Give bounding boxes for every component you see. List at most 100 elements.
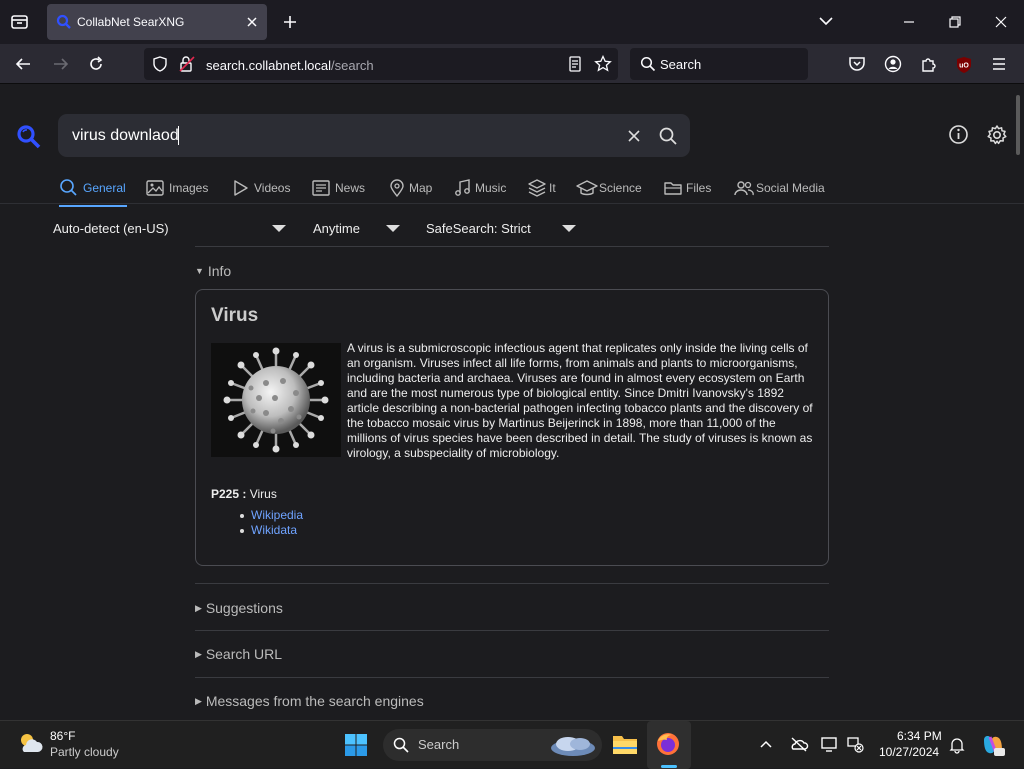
tab-general[interactable]: General xyxy=(59,178,129,207)
clock-time[interactable]: 6:34 PM xyxy=(897,729,942,743)
tab-it[interactable]: It xyxy=(527,178,561,202)
header-divider xyxy=(0,203,1024,204)
minimize-icon[interactable] xyxy=(902,15,916,29)
tab-files[interactable]: Files xyxy=(663,178,717,202)
infobox-property: P225 : Virus xyxy=(211,487,277,501)
firefox-icon xyxy=(655,731,681,757)
search-url-summary-toggle[interactable]: ▶ Search URL xyxy=(195,646,282,662)
url-text: search.collabnet.local/search xyxy=(206,58,374,73)
reload-icon[interactable] xyxy=(88,56,104,72)
file-explorer-icon[interactable] xyxy=(611,731,639,757)
suggestions-label: Suggestions xyxy=(205,600,283,616)
tab-map[interactable]: Map xyxy=(387,178,437,202)
tab-general-label: General xyxy=(83,181,126,195)
forward-icon[interactable] xyxy=(52,56,70,72)
layers-icon xyxy=(528,179,546,197)
copilot-icon[interactable] xyxy=(980,732,1006,758)
tab-news-label: News xyxy=(335,181,366,195)
pocket-icon[interactable] xyxy=(848,55,866,73)
firefox-taskbar-button[interactable] xyxy=(647,721,691,769)
new-tab-icon[interactable] xyxy=(282,14,298,30)
shield-icon[interactable] xyxy=(152,56,168,72)
url-path: /search xyxy=(331,58,374,73)
language-select[interactable]: Auto-detect (en-US) xyxy=(52,213,292,245)
close-tab-icon[interactable] xyxy=(245,15,259,29)
messages-summary-toggle[interactable]: ▶ Messages from the search engines xyxy=(195,693,424,709)
insecure-lock-icon[interactable] xyxy=(178,55,196,73)
close-window-icon[interactable] xyxy=(994,15,1008,29)
browser-search-box[interactable]: Search xyxy=(630,48,808,80)
extensions-icon[interactable] xyxy=(920,55,938,73)
clear-search-icon[interactable] xyxy=(626,128,642,144)
back-icon[interactable] xyxy=(14,56,32,72)
restore-icon[interactable] xyxy=(948,15,962,29)
search-filters: Auto-detect (en-US) Anytime SafeSearch: … xyxy=(0,213,1024,245)
searxng-logo-icon[interactable] xyxy=(15,124,43,150)
tab-music[interactable]: Music xyxy=(453,178,513,202)
search-highlight-icon xyxy=(548,732,598,758)
reader-view-icon[interactable] xyxy=(567,56,583,72)
preferences-gear-icon[interactable] xyxy=(986,124,1008,146)
list-all-tabs-icon[interactable] xyxy=(818,15,834,27)
notification-bell-icon[interactable] xyxy=(948,736,966,754)
chevron-down-icon xyxy=(272,225,286,232)
page-content: virus downlaod General Images Videos New… xyxy=(0,85,1024,720)
newspaper-icon xyxy=(312,180,330,196)
searxng-favicon-icon xyxy=(56,14,72,30)
navigation-toolbar: search.collabnet.local/search Search uO xyxy=(0,44,1024,84)
taskbar-search-label: Search xyxy=(418,737,460,752)
tab-social-media[interactable]: Social Media xyxy=(733,178,829,202)
search-input[interactable]: virus downlaod xyxy=(58,114,690,157)
windows-start-icon[interactable] xyxy=(344,733,368,757)
network-disconnected-icon[interactable] xyxy=(846,735,864,753)
url-host: search.collabnet.local xyxy=(206,58,332,73)
display-icon[interactable] xyxy=(820,735,840,753)
suggestions-summary-toggle[interactable]: ▶ Suggestions xyxy=(195,600,283,616)
tab-images[interactable]: Images xyxy=(145,178,215,202)
safesearch-select[interactable]: SafeSearch: Strict xyxy=(425,213,585,245)
search-icon xyxy=(393,737,409,753)
wikipedia-link[interactable]: Wikipedia xyxy=(251,508,303,522)
chevron-up-icon[interactable] xyxy=(759,738,773,750)
info-summary-toggle[interactable]: ▼ Info xyxy=(195,263,231,279)
clock-date[interactable]: 10/27/2024 xyxy=(879,745,939,759)
divider xyxy=(195,583,829,584)
property-value: Virus xyxy=(249,487,277,501)
image-icon xyxy=(146,180,164,196)
info-summary-label: Info xyxy=(207,263,232,279)
address-bar[interactable]: search.collabnet.local/search xyxy=(144,48,618,80)
tab-videos[interactable]: Videos xyxy=(231,178,295,202)
weather-temperature[interactable]: 86°F xyxy=(50,729,75,743)
search-icon xyxy=(640,56,656,72)
music-icon xyxy=(455,179,470,196)
info-icon[interactable] xyxy=(948,124,969,145)
triangle-right-icon: ▶ xyxy=(195,649,202,659)
property-key: P225 : xyxy=(211,487,247,501)
tab-science[interactable]: Science xyxy=(576,178,646,202)
account-icon[interactable] xyxy=(884,55,902,73)
onedrive-off-icon[interactable] xyxy=(789,736,809,752)
submit-search-icon[interactable] xyxy=(658,126,678,146)
tab-map-label: Map xyxy=(409,181,433,195)
page-scrollbar[interactable] xyxy=(1016,95,1020,155)
taskbar-search[interactable]: Search xyxy=(383,729,602,761)
tab-active[interactable]: CollabNet SearXNG xyxy=(47,4,267,40)
safesearch-value: SafeSearch: Strict xyxy=(426,221,531,236)
bookmark-star-icon[interactable] xyxy=(594,55,612,73)
wikidata-link[interactable]: Wikidata xyxy=(251,523,297,537)
play-icon xyxy=(234,180,248,196)
weather-condition[interactable]: Partly cloudy xyxy=(50,745,119,759)
tab-news[interactable]: News xyxy=(311,178,371,202)
time-range-select[interactable]: Anytime xyxy=(312,213,402,245)
tab-overview-icon[interactable] xyxy=(10,13,30,31)
triangle-right-icon: ▶ xyxy=(195,603,202,613)
messages-label: Messages from the search engines xyxy=(205,693,424,709)
infobox-image[interactable] xyxy=(211,343,341,457)
map-pin-icon xyxy=(390,179,404,198)
weather-partly-cloudy-icon[interactable] xyxy=(16,730,44,756)
menu-hamburger-icon[interactable] xyxy=(991,56,1007,72)
infobox: Virus A virus is a submicroscopic infect… xyxy=(195,289,829,566)
browser-search-placeholder: Search xyxy=(660,57,702,72)
infobox-title: Virus xyxy=(211,305,259,326)
ublock-origin-icon[interactable]: uO xyxy=(955,56,973,74)
